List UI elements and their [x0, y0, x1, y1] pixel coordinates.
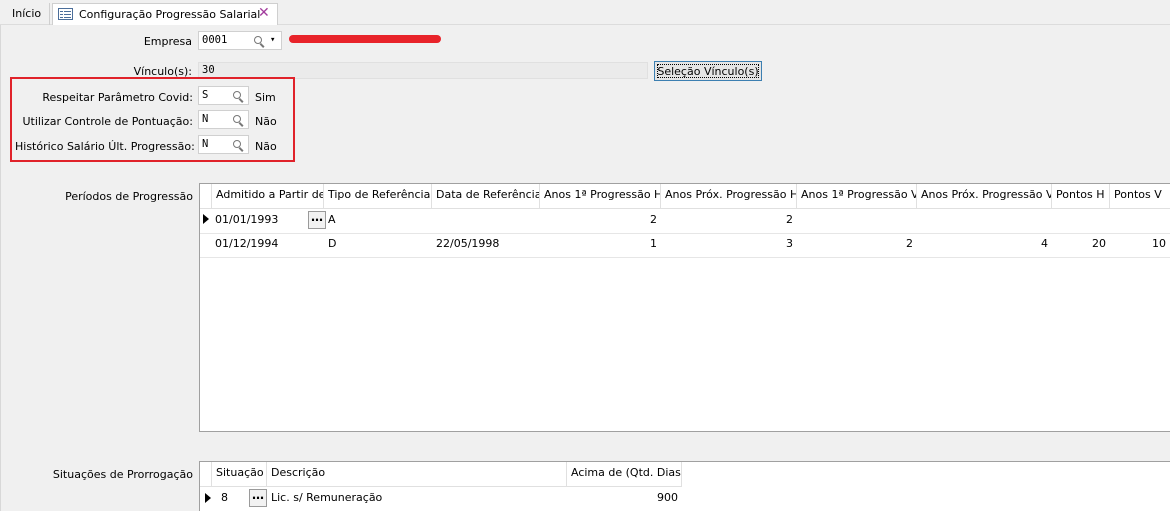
- tab-configuracao-progressao[interactable]: Configuração Progressão Salarial ✕: [52, 3, 278, 25]
- cell-admitido[interactable]: 01/12/1994: [212, 233, 324, 255]
- col-pontos-h[interactable]: Pontos H: [1052, 184, 1110, 209]
- col-anos-prox-prog-v[interactable]: Anos Próx. Progressão V: [917, 184, 1052, 209]
- cell-anos-prox-prog-v[interactable]: [917, 209, 1052, 231]
- cell-tipo-referencia[interactable]: D: [324, 233, 432, 255]
- vinculos-value: 30: [202, 64, 215, 76]
- cell-pontos-h[interactable]: 20: [1052, 233, 1110, 255]
- situacoes-header: Situação Descrição Acima de (Qtd. Dias): [200, 462, 682, 487]
- col-admitido[interactable]: Admitido a Partir de: [212, 184, 324, 209]
- cell-pontos-v[interactable]: [1110, 209, 1170, 231]
- ellipsis-button[interactable]: …: [249, 489, 267, 507]
- col-pontos-v[interactable]: Pontos V: [1110, 184, 1170, 209]
- current-row-arrow-icon: [203, 214, 209, 224]
- form-icon: [58, 8, 73, 20]
- cell-acima-de[interactable]: 900: [567, 487, 682, 509]
- pontuacao-value: N: [202, 113, 209, 125]
- cell-data-referencia[interactable]: 22/05/1998: [432, 233, 540, 255]
- col-anos-prox-prog-h[interactable]: Anos Próx. Progressão H: [661, 184, 797, 209]
- empresa-input[interactable]: 0001 ▾: [198, 31, 282, 50]
- dropdown-arrow-icon[interactable]: ▾: [270, 35, 275, 45]
- col-acima-de[interactable]: Acima de (Qtd. Dias): [567, 462, 682, 487]
- covid-label: Respeitar Parâmetro Covid:: [42, 91, 193, 104]
- current-row-arrow-icon: [205, 493, 211, 503]
- cell-admitido[interactable]: 01/01/1993: [212, 209, 308, 231]
- cell-anos-prox-prog-h[interactable]: 2: [661, 209, 797, 231]
- tab-inicio-label: Início: [12, 7, 42, 20]
- header-indicator-column: [200, 462, 212, 487]
- periodos-grid: Admitido a Partir de Tipo de Referência …: [199, 183, 1170, 432]
- cell-data-referencia[interactable]: [432, 209, 540, 231]
- situacoes-grid: Situação Descrição Acima de (Qtd. Dias) …: [199, 461, 1170, 511]
- form-content: Empresa 0001 ▾ Vínculo(s): 30 Seleção Ví…: [0, 25, 1170, 511]
- cell-anos-1-prog-h[interactable]: 1: [540, 233, 661, 255]
- header-indicator-column: [200, 184, 212, 209]
- selecao-vinculos-button[interactable]: Seleção Vínculo(s): [654, 61, 762, 81]
- periodos-label: Períodos de Progressão: [65, 190, 193, 203]
- cell-anos-1-prog-h[interactable]: 2: [540, 209, 661, 231]
- cell-anos-1-prog-v[interactable]: [797, 209, 917, 231]
- situacoes-label: Situações de Prorrogação: [52, 468, 193, 481]
- tab-inicio[interactable]: Início: [4, 3, 50, 25]
- cell-anos-prox-prog-v[interactable]: 4: [917, 233, 1052, 255]
- search-icon[interactable]: [233, 140, 244, 152]
- col-situacao[interactable]: Situação: [212, 462, 267, 487]
- cell-situacao[interactable]: 8: [217, 487, 249, 509]
- covid-input[interactable]: S: [198, 86, 249, 105]
- col-descricao[interactable]: Descrição: [267, 462, 567, 487]
- cell-pontos-v[interactable]: 10: [1110, 233, 1170, 255]
- close-icon[interactable]: ✕: [258, 5, 270, 21]
- search-icon[interactable]: [233, 115, 244, 127]
- col-tipo-referencia[interactable]: Tipo de Referência: [324, 184, 432, 209]
- periodos-header: Admitido a Partir de Tipo de Referência …: [200, 184, 1170, 209]
- historico-value: N: [202, 138, 209, 150]
- historico-description: Não: [255, 140, 277, 153]
- empresa-value: 0001: [202, 34, 228, 46]
- pontuacao-label: Utilizar Controle de Pontuação:: [22, 115, 193, 128]
- col-anos-1-prog-v[interactable]: Anos 1ª Progressão V: [797, 184, 917, 209]
- covid-description: Sim: [255, 91, 276, 104]
- cell-tipo-referencia[interactable]: A: [324, 209, 432, 231]
- tab-configuracao-label: Configuração Progressão Salarial: [79, 8, 261, 21]
- cell-descricao[interactable]: Lic. s/ Remuneração: [267, 487, 567, 509]
- row-divider: [200, 257, 1170, 258]
- cell-anos-prox-prog-h[interactable]: 3: [661, 233, 797, 255]
- historico-label: Histórico Salário Últ. Progressão:: [15, 140, 195, 153]
- covid-value: S: [202, 89, 209, 101]
- empresa-label: Empresa: [143, 35, 192, 48]
- col-anos-1-prog-h[interactable]: Anos 1ª Progressão H: [540, 184, 661, 209]
- pontuacao-input[interactable]: N: [198, 110, 249, 129]
- search-icon[interactable]: [254, 36, 265, 48]
- cell-pontos-h[interactable]: [1052, 209, 1110, 231]
- cell-anos-1-prog-v[interactable]: 2: [797, 233, 917, 255]
- redacted-company-name: [289, 35, 441, 43]
- tab-bar: Início Configuração Progressão Salarial …: [0, 0, 1170, 25]
- pontuacao-description: Não: [255, 115, 277, 128]
- historico-input[interactable]: N: [198, 135, 249, 154]
- search-icon[interactable]: [233, 91, 244, 103]
- col-data-referencia[interactable]: Data de Referência: [432, 184, 540, 209]
